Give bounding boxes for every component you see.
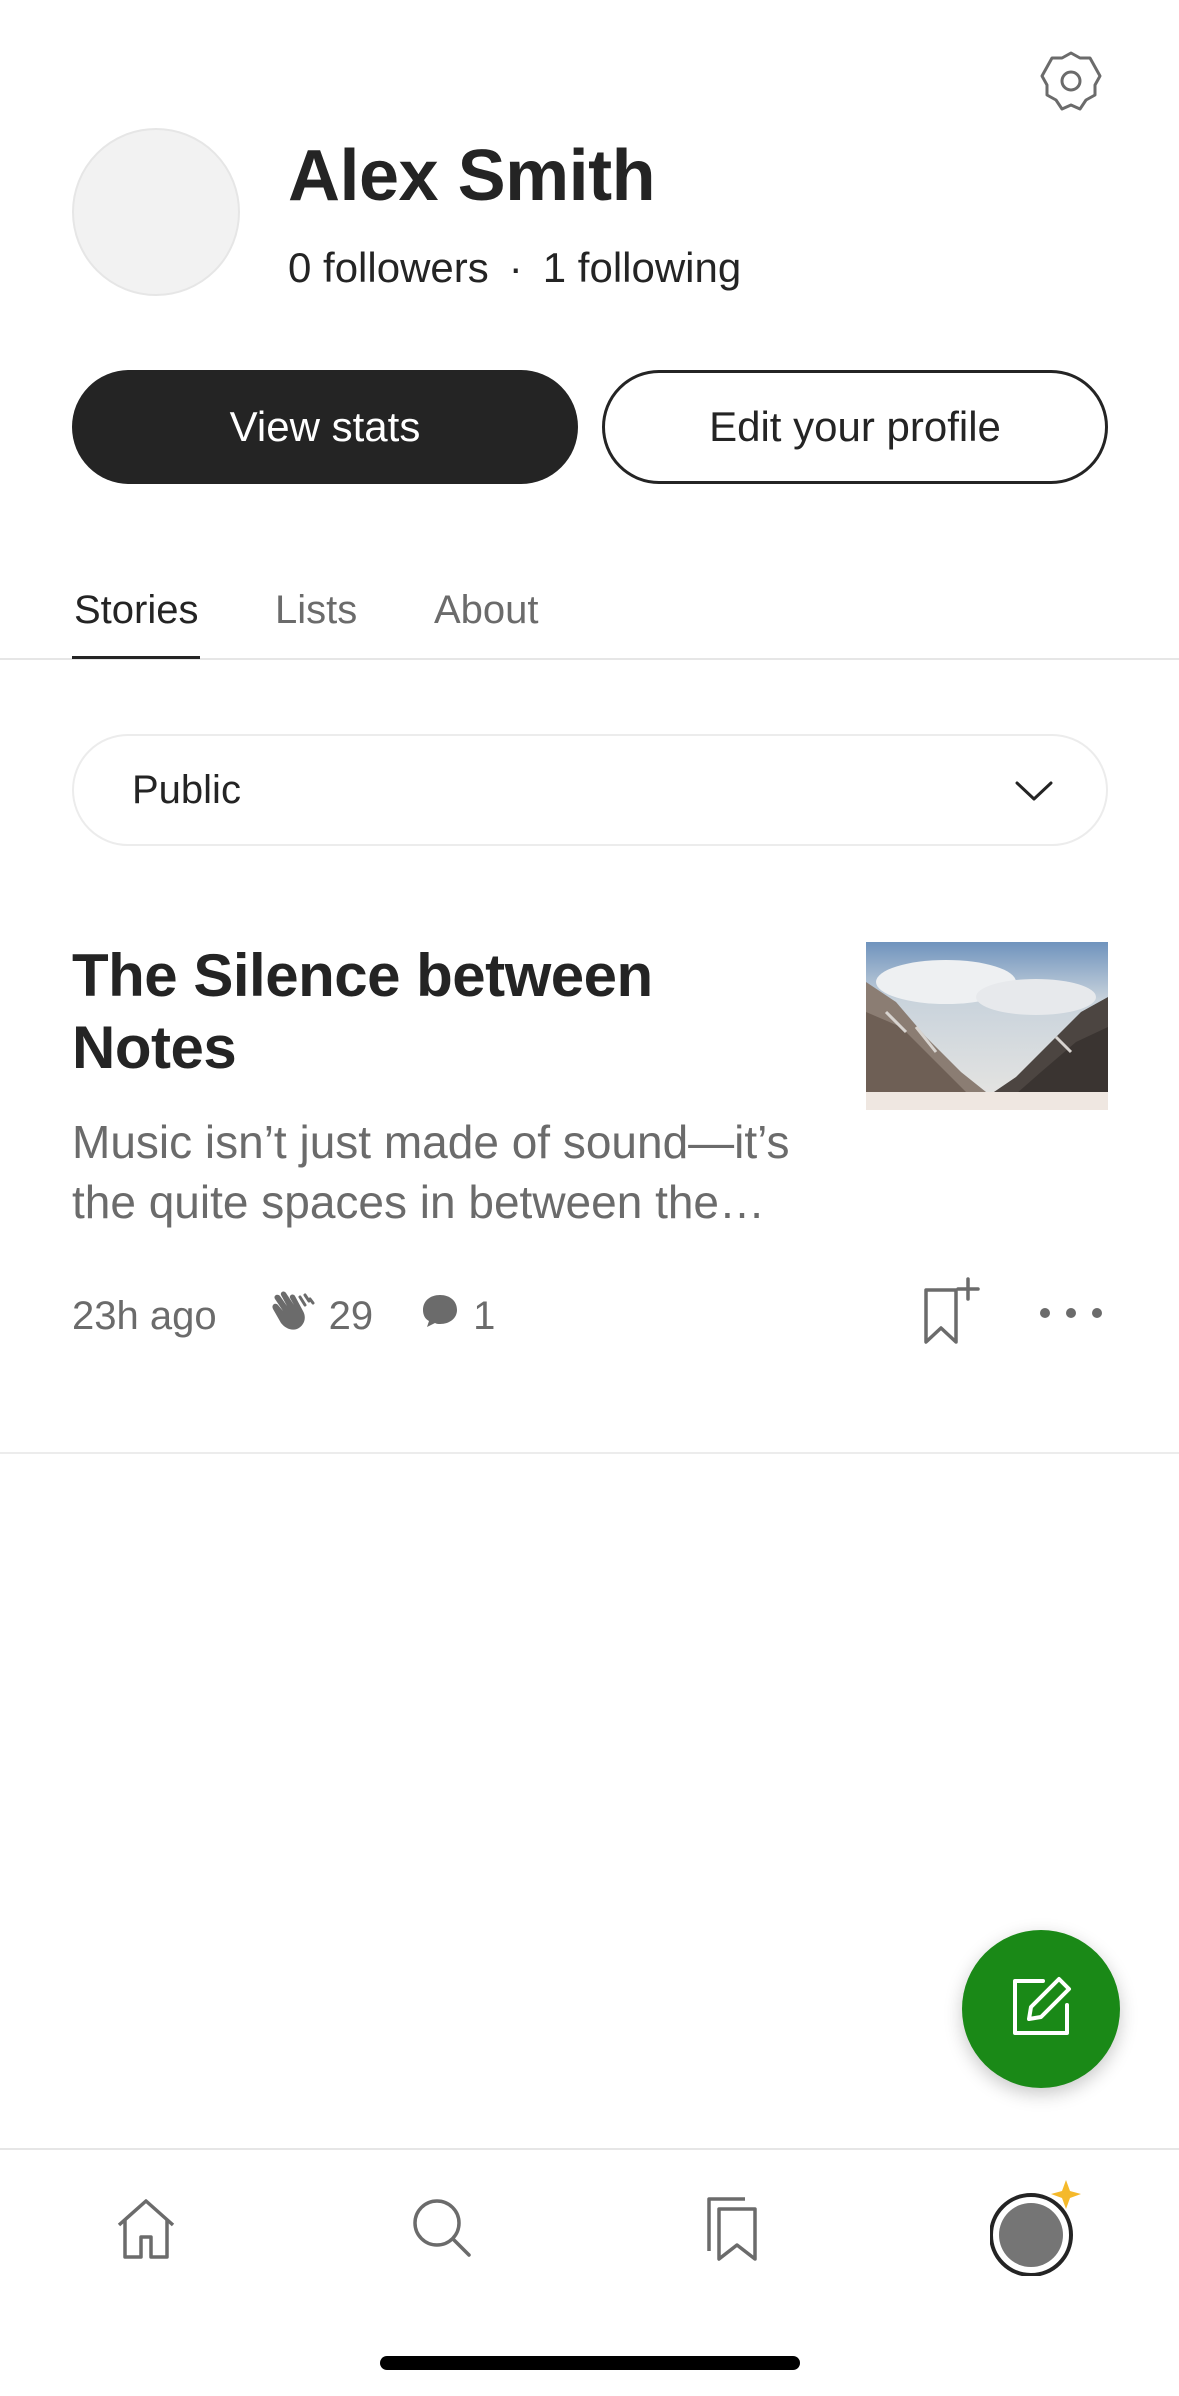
story-meta: 23h ago 29 1 — [72, 1286, 495, 1346]
clap-count[interactable]: 29 — [267, 1291, 374, 1341]
followers-link[interactable]: 0 followers — [288, 240, 489, 296]
story-subtitle[interactable]: Music isn’t just made of sound—it’s the … — [72, 1112, 802, 1232]
dropdown-selected-value: Public — [132, 767, 241, 812]
home-icon — [113, 2195, 179, 2266]
clap-icon — [267, 1291, 329, 1341]
gear-icon — [1039, 49, 1103, 118]
view-stats-button[interactable]: View stats — [72, 370, 578, 484]
bookmark-add-icon — [920, 1277, 982, 1350]
nav-profile[interactable] — [989, 2176, 1090, 2281]
chevron-down-icon — [1014, 768, 1054, 813]
nav-home[interactable] — [106, 2190, 186, 2270]
library-icon — [701, 2195, 763, 2266]
response-count[interactable]: 1 — [421, 1293, 495, 1339]
tab-about[interactable]: About — [434, 582, 539, 638]
more-horizontal-icon — [1040, 1308, 1050, 1318]
avatar[interactable] — [72, 128, 240, 296]
story-divider — [0, 1452, 1179, 1454]
speech-bubble-icon — [421, 1293, 473, 1339]
story-thumbnail[interactable] — [866, 942, 1108, 1110]
profile-tabs: Stories Lists About — [0, 560, 1179, 660]
story-time-ago: 23h ago — [72, 1293, 217, 1338]
more-options-button[interactable] — [1040, 1296, 1102, 1330]
compose-button[interactable] — [962, 1930, 1120, 2088]
story-title[interactable]: The Silence between Notes — [72, 940, 812, 1084]
following-link[interactable]: 1 following — [543, 240, 741, 296]
save-story-button[interactable] — [920, 1276, 982, 1346]
response-count-value: 1 — [473, 1293, 496, 1338]
active-tab-indicator — [72, 656, 200, 659]
profile-name: Alex Smith — [288, 136, 656, 216]
follow-stats: 0 followers · 1 following — [288, 240, 741, 296]
search-icon — [411, 2197, 473, 2264]
nav-search[interactable] — [402, 2190, 482, 2270]
compose-icon — [1009, 1975, 1073, 2044]
tab-lists[interactable]: Lists — [275, 582, 357, 638]
clap-count-value: 29 — [328, 1293, 374, 1338]
edit-profile-button[interactable]: Edit your profile — [602, 370, 1108, 484]
tab-stories[interactable]: Stories — [74, 582, 199, 638]
home-indicator[interactable] — [380, 2356, 800, 2370]
nav-library[interactable] — [692, 2190, 772, 2270]
separator-dot: · — [508, 244, 523, 291]
avatar-icon — [989, 2176, 1090, 2281]
visibility-dropdown[interactable]: Public — [72, 734, 1108, 846]
settings-button[interactable] — [1030, 42, 1112, 124]
